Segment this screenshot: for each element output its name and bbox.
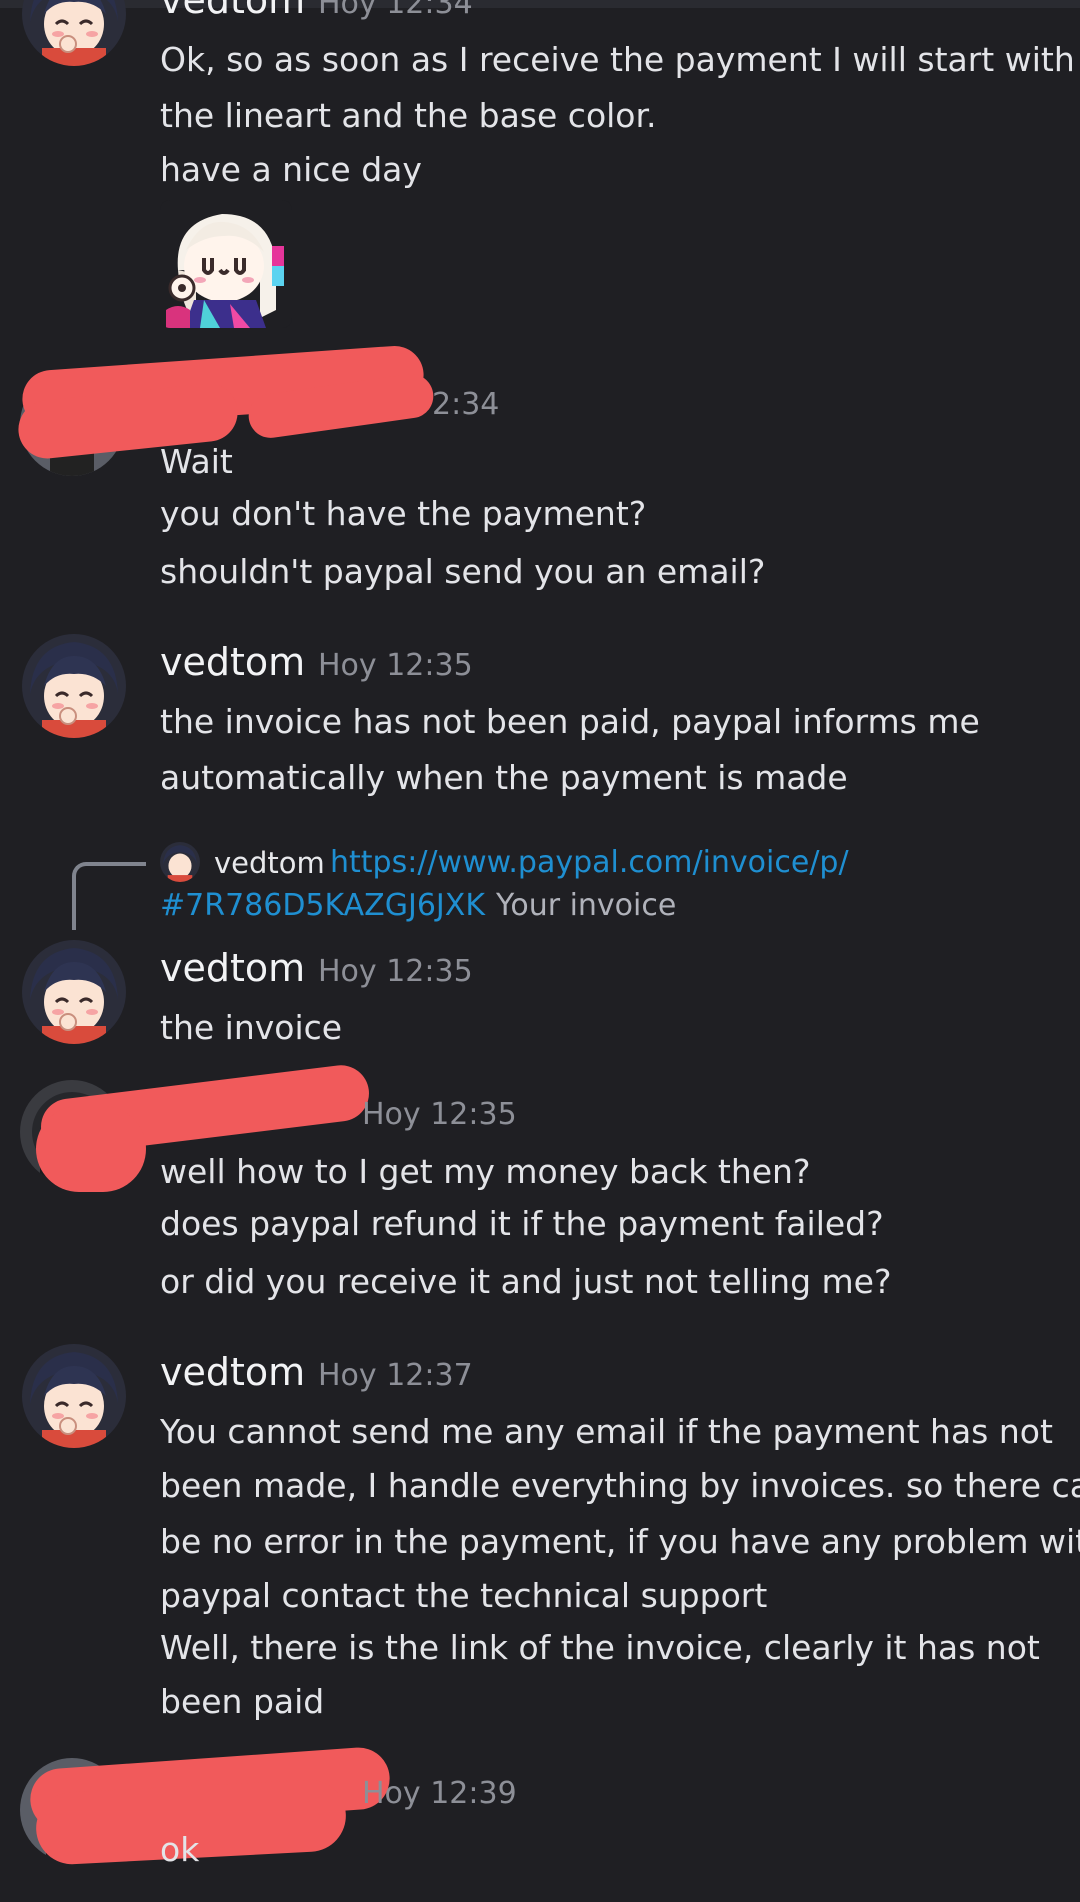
message-line: shouldn't paypal send you an email? xyxy=(160,552,766,591)
user-avatar[interactable] xyxy=(22,1344,126,1448)
user-avatar[interactable] xyxy=(22,940,126,1044)
reply-avatar[interactable] xyxy=(160,842,200,882)
message-line: or did you receive it and just not telli… xyxy=(160,1262,892,1301)
message-line: Ok, so as soon as I receive the payment … xyxy=(160,40,1075,79)
message-timestamp: Hoy 12:35 xyxy=(362,1097,517,1132)
message-line: Wait xyxy=(160,442,233,481)
message-timestamp: Hoy 12:37 xyxy=(318,1358,473,1393)
message-line: the invoice has not been paid, paypal in… xyxy=(160,702,980,741)
message-line: paypal contact the technical support xyxy=(160,1576,768,1615)
reply-invoice-link-cont[interactable]: #7R786D5KAZGJ6JXK xyxy=(160,888,485,924)
message-timestamp: Hoy 12:35 xyxy=(318,648,473,683)
redaction xyxy=(36,1106,146,1192)
reply-author-name[interactable]: vedtom xyxy=(214,845,325,881)
message-line: You cannot send me any email if the paym… xyxy=(160,1412,1053,1451)
author-name[interactable]: vedtom xyxy=(160,946,305,990)
message-line: the invoice xyxy=(160,1008,343,1047)
reply-connector xyxy=(72,862,146,930)
message-line: been paid xyxy=(160,1682,325,1721)
message-line: have a nice day xyxy=(160,150,422,189)
message-line: been made, I handle everything by invoic… xyxy=(160,1466,1080,1505)
message-line: well how to I get my money back then? xyxy=(160,1152,811,1191)
user-avatar[interactable] xyxy=(22,634,126,738)
message-line: ok xyxy=(160,1830,200,1869)
reply-invoice-link[interactable]: https://www.paypal.com/invoice/p/ xyxy=(330,845,849,881)
message-timestamp: Hoy 12:35 xyxy=(318,954,473,989)
author-name[interactable]: vedtom xyxy=(160,0,305,22)
author-name[interactable]: vedtom xyxy=(160,640,305,684)
reply-preview-text: Your invoice xyxy=(496,888,677,923)
message-line: be no error in the payment, if you have … xyxy=(160,1522,1080,1561)
message-timestamp: Hoy 12:39 xyxy=(362,1776,517,1811)
message-line: automatically when the payment is made xyxy=(160,758,848,797)
message-timestamp: 2:34 xyxy=(432,387,500,422)
message-line: does paypal refund it if the payment fai… xyxy=(160,1204,884,1243)
message-line: the lineart and the base color. xyxy=(160,96,657,135)
message-line: Well, there is the link of the invoice, … xyxy=(160,1628,1040,1667)
uwu-sticker[interactable] xyxy=(160,200,292,328)
message-timestamp: Hoy 12:34 xyxy=(318,0,473,21)
message-line: you don't have the payment? xyxy=(160,494,647,533)
user-avatar[interactable] xyxy=(22,0,126,66)
author-name[interactable]: vedtom xyxy=(160,1350,305,1394)
